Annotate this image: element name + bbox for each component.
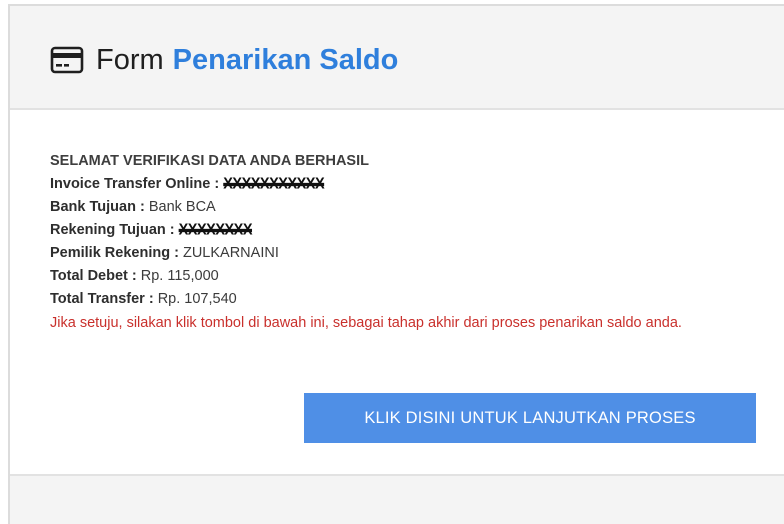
account-value: XXXXXXXX	[178, 221, 253, 239]
debit-value: Rp. 115,000	[140, 268, 219, 284]
confirmation-notice: Jika setuju, silakan klik tombol di bawa…	[50, 315, 682, 331]
invoice-label: Invoice Transfer Online :	[50, 176, 220, 192]
owner-value: ZULKARNAINI	[182, 245, 279, 261]
transfer-label: Total Transfer :	[50, 291, 154, 307]
panel-body: SELAMAT VERIFIKASI DATA ANDA BERHASIL In…	[10, 110, 784, 474]
credit-card-icon	[50, 46, 84, 74]
panel-footer	[10, 474, 784, 524]
bank-row: Bank Tujuan : Bank BCA	[50, 196, 750, 219]
account-row: Rekening Tujuan : XXXXXXXX	[50, 219, 750, 242]
withdrawal-form-panel: Form Penarikan Saldo SELAMAT VERIFIKASI …	[8, 4, 784, 524]
title-prefix: Form	[96, 43, 164, 76]
continue-process-button[interactable]: KLIK DISINI UNTUK LANJUTKAN PROSES	[304, 393, 756, 443]
transfer-row: Total Transfer : Rp. 107,540	[50, 288, 750, 311]
title-accent: Penarikan Saldo	[172, 43, 399, 76]
bank-label: Bank Tujuan :	[50, 199, 145, 215]
invoice-row: Invoice Transfer Online : XXXXXXXXXXX	[50, 173, 750, 196]
invoice-value: XXXXXXXXXXX	[223, 175, 325, 193]
panel-header: Form Penarikan Saldo	[10, 6, 784, 110]
page-title: Form Penarikan Saldo	[50, 40, 398, 80]
account-label: Rekening Tujuan :	[50, 222, 175, 238]
bank-value: Bank BCA	[148, 199, 216, 215]
verification-details: SELAMAT VERIFIKASI DATA ANDA BERHASIL In…	[50, 150, 750, 335]
owner-label: Pemilik Rekening :	[50, 245, 179, 261]
debit-row: Total Debet : Rp. 115,000	[50, 265, 750, 288]
debit-label: Total Debet :	[50, 268, 137, 284]
owner-row: Pemilik Rekening : ZULKARNAINI	[50, 242, 750, 265]
transfer-value: Rp. 107,540	[157, 291, 237, 307]
verification-headline: SELAMAT VERIFIKASI DATA ANDA BERHASIL	[50, 153, 369, 169]
